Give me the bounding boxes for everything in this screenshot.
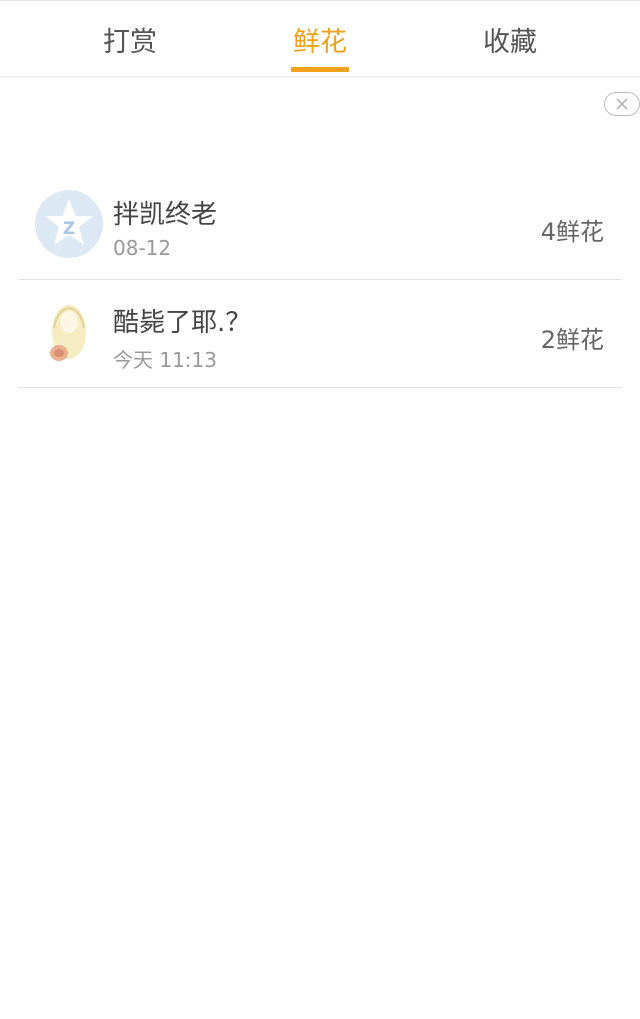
list-item[interactable]: 酷毙了耶.？ 今天 11:13 2鲜花 — [18, 280, 622, 388]
flower-count: 2鲜花 — [540, 326, 604, 354]
list-item[interactable]: Z 拌凯终老 08-12 4鲜花 — [18, 172, 622, 280]
tab-flowers-label: 鲜花 — [293, 26, 347, 58]
sender-name: 拌凯终老 — [113, 200, 218, 230]
close-button[interactable] — [604, 92, 640, 116]
qq-star-avatar-icon: Z — [35, 190, 103, 258]
active-tab-indicator — [291, 67, 349, 72]
flower-record-list: Z 拌凯终老 08-12 4鲜花 酷毙了耶.？ 今天 11:13 2鲜花 — [18, 172, 622, 388]
svg-text:Z: Z — [63, 219, 75, 239]
send-time: 08-12 — [113, 236, 172, 260]
close-icon — [616, 98, 628, 110]
avatar[interactable] — [35, 298, 103, 366]
tab-reward[interactable]: 打赏 — [40, 1, 220, 77]
tab-favorites-label: 收藏 — [483, 26, 537, 58]
anime-girl-avatar-icon — [35, 298, 103, 366]
tab-flowers[interactable]: 鲜花 — [230, 1, 410, 77]
tab-reward-label: 打赏 — [103, 26, 157, 58]
tab-bar: 打赏 鲜花 收藏 — [0, 0, 640, 77]
flower-count: 4鲜花 — [540, 218, 604, 246]
send-time: 今天 11:13 — [113, 348, 217, 372]
sender-name: 酷毙了耶.？ — [113, 308, 252, 338]
avatar[interactable]: Z — [35, 190, 103, 258]
flower-list-page: 打赏 鲜花 收藏 Z 拌凯终老 08-12 4鲜花 酷毙了耶.？ 今天 11:1… — [0, 0, 640, 1019]
tab-favorites[interactable]: 收藏 — [420, 1, 600, 77]
